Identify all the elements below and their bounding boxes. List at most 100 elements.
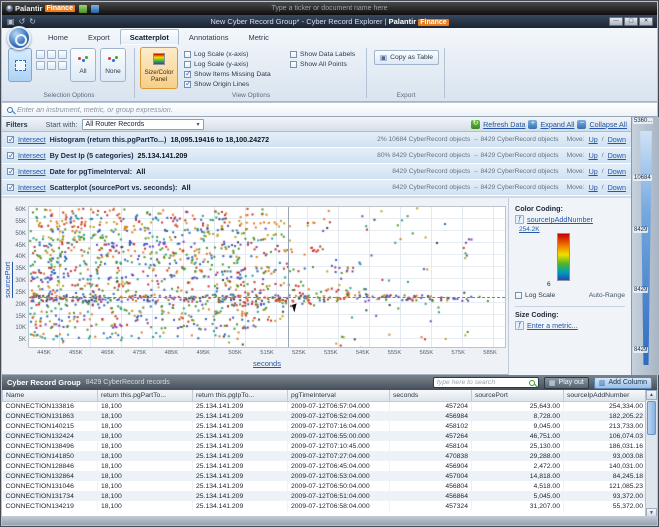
move-down-link[interactable]: Down xyxy=(608,183,626,192)
move-up-link[interactable]: Up xyxy=(589,183,598,192)
table-cell: 457204 xyxy=(389,401,472,411)
expand-all-link[interactable]: Expand All xyxy=(540,120,574,129)
table-body: CONNECTION133816 18,100 25.134.141.209 2009… xyxy=(2,401,647,511)
scrollbar-thumb[interactable] xyxy=(647,401,656,435)
show-origin-lines-checkbox[interactable]: Show Origin Lines xyxy=(184,79,271,89)
move-down-link[interactable]: Down xyxy=(608,167,626,176)
column-header-seconds[interactable]: seconds xyxy=(389,390,472,402)
table-row[interactable]: CONNECTION132864 18,100 25.134.141.209 2009… xyxy=(2,471,647,481)
move-down-link[interactable]: Down xyxy=(608,135,626,144)
column-header-sourceipaddnumber[interactable]: sourceIpAddNumber xyxy=(563,390,647,402)
move-separator: / xyxy=(601,152,604,159)
tab-annotations[interactable]: Annotations xyxy=(179,29,239,45)
show-items-missing-data-checkbox[interactable]: Show Items Missing Data xyxy=(184,69,271,79)
redo-icon[interactable]: ↻ xyxy=(29,17,36,27)
filter-row[interactable]: Intersect By Dest Ip (5 categories) 25.1… xyxy=(2,148,631,164)
table-row[interactable]: CONNECTION132424 18,100 25.134.141.209 2009… xyxy=(2,431,647,441)
table-row[interactable]: CONNECTION141850 18,100 25.134.141.209 2009… xyxy=(2,451,647,461)
filter-row[interactable]: Intersect Histogram (return this.pgPartT… xyxy=(2,132,631,148)
column-header-pgpartto[interactable]: return this.pgPartTo... xyxy=(97,390,193,402)
table-row[interactable]: CONNECTION131046 18,100 25.134.141.209 2009… xyxy=(2,481,647,491)
collapse-all-link[interactable]: Collapse All xyxy=(589,120,627,129)
save-icon[interactable]: ▣ xyxy=(7,17,15,27)
gradient-max-value[interactable]: 254.2K xyxy=(519,226,540,233)
scatter-plot[interactable] xyxy=(28,206,506,348)
app-menu-orb-button[interactable] xyxy=(7,26,31,50)
maximize-button[interactable]: ▢ xyxy=(624,17,638,26)
expression-bar[interactable]: Enter an instrument, metric, or group ex… xyxy=(2,102,657,117)
selection-mode-icon[interactable] xyxy=(58,61,67,70)
column-header-pgtimeinterval[interactable]: pgTimeInterval xyxy=(287,390,390,402)
move-down-link[interactable]: Down xyxy=(608,151,626,160)
copy-as-table-button[interactable]: ▣ Copy as Table xyxy=(374,50,440,65)
start-with-label: Start with: xyxy=(45,119,78,129)
table-row[interactable]: CONNECTION134219 18,100 25.134.141.209 2009… xyxy=(2,501,647,511)
color-metric-link[interactable]: sourceIpAddNumber xyxy=(527,215,593,224)
tab-scatterplot[interactable]: Scatterplot xyxy=(119,29,179,45)
table-row[interactable]: CONNECTION131734 18,100 25.134.141.209 2009… xyxy=(2,491,647,501)
table-row[interactable]: CONNECTION138496 18,100 25.134.141.209 2009… xyxy=(2,441,647,451)
start-with-dropdown[interactable]: All Router Records ▾ xyxy=(81,118,204,130)
color-log-scale-checkbox[interactable]: Log Scale xyxy=(515,290,555,300)
selection-mode-icon[interactable] xyxy=(47,61,56,70)
selection-mode-icon[interactable] xyxy=(58,50,67,59)
checkbox-icon xyxy=(184,69,192,78)
expression-input[interactable]: Enter an instrument, metric, or group ex… xyxy=(17,105,173,114)
add-column-button[interactable]: ▥ Add Column xyxy=(593,376,652,389)
table-cell: 25.134.141.209 xyxy=(192,421,288,431)
tab-home[interactable]: Home xyxy=(38,29,78,45)
app-shortcut-icon[interactable] xyxy=(90,4,99,13)
move-up-link[interactable]: Up xyxy=(589,135,598,144)
size-metric-link[interactable]: Enter a metric... xyxy=(527,321,578,330)
undo-icon[interactable]: ↺ xyxy=(19,17,26,27)
show-all-points-checkbox[interactable]: Show All Points xyxy=(290,59,355,69)
column-header-name[interactable]: Name xyxy=(2,390,98,402)
table-row[interactable]: CONNECTION128846 18,100 25.134.141.209 2009… xyxy=(2,461,647,471)
selection-mode-icon[interactable] xyxy=(47,50,56,59)
selection-mode-icon[interactable] xyxy=(36,50,45,59)
table-row[interactable]: CONNECTION140215 18,100 25.134.141.209 2009… xyxy=(2,421,647,431)
filter-op-link[interactable]: Intersect xyxy=(18,151,46,160)
log-scale-x-checkbox[interactable]: Log Scale (x-axis) xyxy=(184,49,271,59)
selection-mode-icon[interactable] xyxy=(36,61,45,70)
filter-op-link[interactable]: Intersect xyxy=(18,135,46,144)
x-axis-label[interactable]: seconds xyxy=(28,359,506,368)
table-scrollbar[interactable]: ▲ ▼ xyxy=(645,390,657,518)
table-row[interactable]: CONNECTION133816 18,100 25.134.141.209 2009… xyxy=(2,401,647,411)
column-header-pgipto[interactable]: return this.pgIpTo... xyxy=(192,390,288,402)
table-search-input[interactable]: type here to search xyxy=(432,377,539,388)
minimize-button[interactable]: — xyxy=(609,17,623,26)
count-funnel[interactable] xyxy=(640,131,652,365)
filter-row[interactable]: Intersect Date for pgTimeInterval: All 8… xyxy=(2,164,631,180)
ticker-search-input[interactable]: Type a ticker or document name here xyxy=(220,4,440,13)
move-up-link[interactable]: Up xyxy=(589,151,598,160)
filter-op-link[interactable]: Intersect xyxy=(18,167,46,176)
move-up-link[interactable]: Up xyxy=(589,167,598,176)
filter-checkbox[interactable] xyxy=(7,183,15,192)
auto-range-dropdown[interactable]: Auto-Range xyxy=(589,292,625,299)
add-column-label: Add Column xyxy=(608,379,647,386)
filter-checkbox[interactable] xyxy=(7,167,15,176)
filter-op-link[interactable]: Intersect xyxy=(18,183,46,192)
column-header-sourceport[interactable]: sourcePort xyxy=(471,390,564,402)
filter-checkbox[interactable] xyxy=(7,135,15,144)
app-shortcut-icon[interactable] xyxy=(78,4,87,13)
color-gradient-bar[interactable] xyxy=(557,233,570,281)
tab-export[interactable]: Export xyxy=(78,29,120,45)
close-button[interactable]: ✕ xyxy=(639,17,653,26)
y-axis-ticks: 60K 55K 50K 45K 40K 35K 30K 25K 20K 15K 10K 5K xyxy=(11,206,26,348)
table-row[interactable]: CONNECTION131863 18,100 25.134.141.209 2009… xyxy=(2,411,647,421)
filter-row[interactable]: Intersect Scatterplot (sourcePort vs. se… xyxy=(2,180,631,196)
tab-metric[interactable]: Metric xyxy=(239,29,279,45)
size-color-panel-button[interactable]: Size/Color Panel xyxy=(140,47,178,89)
show-data-labels-checkbox[interactable]: Show Data Labels xyxy=(290,49,355,59)
play-out-button[interactable]: ▦ Play out xyxy=(543,376,589,389)
select-all-button[interactable]: All xyxy=(70,48,96,82)
log-scale-y-checkbox[interactable]: Log Scale (y-axis) xyxy=(184,59,271,69)
scroll-up-icon[interactable]: ▲ xyxy=(646,390,657,400)
filter-checkbox[interactable] xyxy=(7,151,15,160)
selection-tool-button[interactable] xyxy=(8,48,32,82)
refresh-data-link[interactable]: Refresh Data xyxy=(483,120,525,129)
select-none-button[interactable]: None xyxy=(100,48,126,82)
search-icon xyxy=(528,379,535,386)
